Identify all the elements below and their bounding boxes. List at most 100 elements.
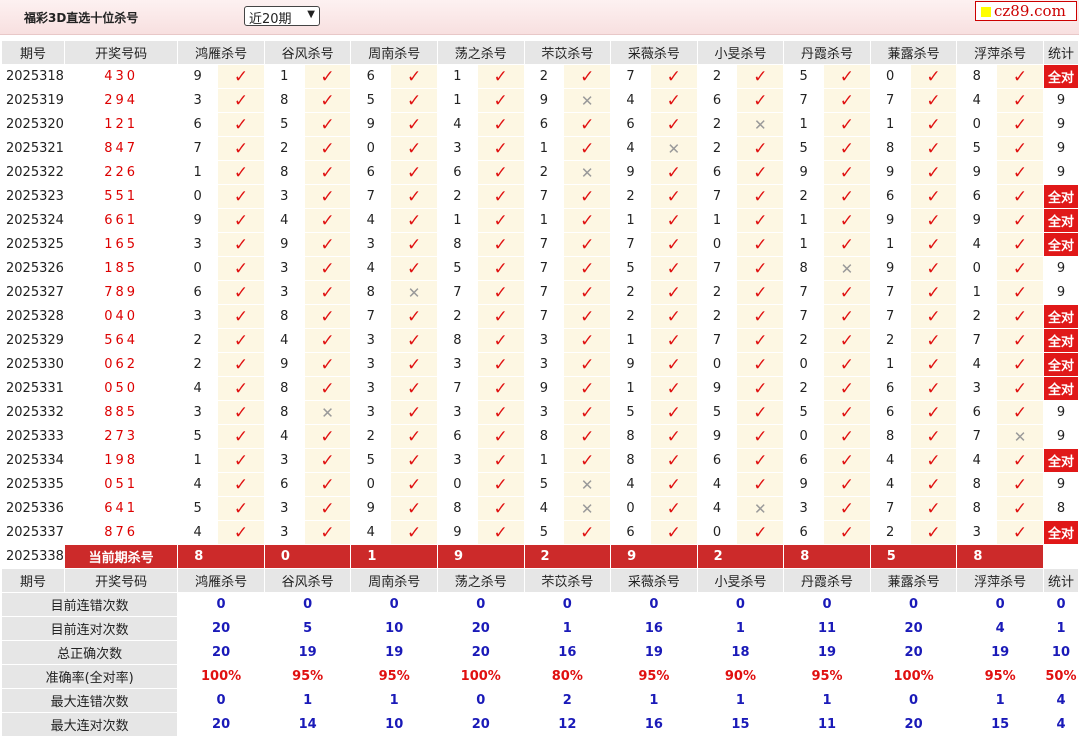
check-icon-cell: ✓: [304, 473, 351, 496]
correct-count-cell: 8: [1043, 497, 1078, 520]
check-icon: ✓: [1012, 210, 1028, 231]
kill-number-cell: 2: [264, 137, 304, 160]
header-expert[interactable]: 谷风杀号: [264, 569, 351, 592]
kill-number-cell: 9: [697, 377, 737, 400]
kill-number-cell: 1: [870, 113, 910, 136]
kill-number-cell: 7: [784, 305, 824, 328]
current-kill-number: 2: [697, 545, 784, 568]
kill-number-cell: 8: [957, 497, 997, 520]
kill-number-cell: 1: [524, 449, 564, 472]
check-icon: ✓: [233, 162, 249, 183]
check-icon: ✓: [839, 162, 855, 183]
header-expert[interactable]: 采薇杀号: [611, 41, 697, 64]
check-icon: ✓: [580, 330, 595, 351]
cross-icon-cell: ✕: [304, 401, 351, 424]
check-icon: ✓: [753, 162, 768, 183]
check-icon-cell: ✓: [997, 113, 1043, 136]
check-icon: ✓: [926, 426, 941, 447]
site-logo[interactable]: cz89.com: [975, 1, 1077, 21]
check-icon: ✓: [406, 90, 422, 111]
kill-number-cell: 6: [264, 473, 304, 496]
check-icon: ✓: [493, 426, 508, 447]
header-expert[interactable]: 芣苡杀号: [524, 41, 611, 64]
stats-value: 19: [264, 641, 351, 664]
kill-number-cell: 8: [264, 401, 304, 424]
stats-value: 80%: [524, 665, 611, 688]
check-icon-cell: ✓: [477, 257, 524, 280]
check-icon: ✓: [233, 378, 249, 399]
check-icon: ✓: [1012, 162, 1028, 183]
kill-number-cell: 0: [957, 113, 997, 136]
check-icon-cell: ✓: [824, 473, 870, 496]
check-icon-cell: ✓: [564, 329, 611, 352]
check-icon-cell: ✓: [650, 209, 697, 232]
header-expert[interactable]: 蒹露杀号: [870, 569, 957, 592]
header-expert[interactable]: 浮萍杀号: [957, 41, 1043, 64]
period-cell: 2025334: [2, 449, 64, 472]
check-icon: ✓: [320, 330, 335, 351]
kill-number-cell: 0: [957, 257, 997, 280]
check-icon-cell: ✓: [737, 185, 784, 208]
check-icon: ✓: [493, 234, 508, 255]
kill-number-cell: 8: [437, 497, 477, 520]
header-expert[interactable]: 浮萍杀号: [957, 569, 1043, 592]
header-expert[interactable]: 鸿雁杀号: [178, 569, 264, 592]
draw-number-cell: 226: [64, 161, 178, 184]
stats-value: 4: [957, 617, 1043, 640]
header-expert[interactable]: 周南杀号: [351, 569, 437, 592]
cross-icon: ✕: [754, 115, 767, 134]
check-icon: ✓: [580, 450, 595, 471]
check-icon-cell: ✓: [997, 185, 1043, 208]
kill-number-cell: 1: [178, 449, 218, 472]
check-icon-cell: ✓: [564, 185, 611, 208]
header-expert[interactable]: 芣苡杀号: [524, 569, 611, 592]
check-icon-cell: ✓: [304, 257, 351, 280]
check-icon-cell: ✓: [997, 65, 1043, 88]
header-expert[interactable]: 采薇杀号: [611, 569, 697, 592]
stats-value: 20: [178, 617, 264, 640]
kill-number-cell: 3: [437, 449, 477, 472]
kill-number-cell: 3: [264, 497, 304, 520]
header-expert[interactable]: 小旻杀号: [697, 569, 784, 592]
table-row: 2025337 876 4 ✓ 3 ✓ 4 ✓ 9 ✓ 5 ✓ 6 ✓ 0 ✓ 6 ✓ 2 ✓ 3 ✓ 全对: [2, 521, 1078, 544]
period-cell: 2025320: [2, 113, 64, 136]
kill-number-cell: 8: [437, 233, 477, 256]
period-range-select[interactable]: 近20期 ▼: [244, 6, 320, 27]
stats-label: 目前连对次数: [2, 617, 178, 640]
kill-number-cell: 2: [697, 65, 737, 88]
header-expert[interactable]: 蒹露杀号: [870, 41, 957, 64]
header-stat: 统计: [1043, 569, 1078, 592]
check-icon: ✓: [926, 162, 941, 183]
header-expert[interactable]: 丹霞杀号: [784, 569, 870, 592]
draw-number-cell: 876: [64, 521, 178, 544]
check-icon: ✓: [233, 114, 249, 135]
stats-value: 5: [264, 617, 351, 640]
header-expert[interactable]: 小旻杀号: [697, 41, 784, 64]
current-kill-number: 8: [178, 545, 264, 568]
check-icon: ✓: [493, 114, 508, 135]
kill-number-cell: 4: [351, 257, 391, 280]
check-icon-cell: ✓: [391, 137, 437, 160]
kill-number-cell: 9: [870, 257, 910, 280]
table-row: 2025334 198 1 ✓ 3 ✓ 5 ✓ 3 ✓ 1 ✓ 8 ✓ 6 ✓ 6 ✓ 4 ✓ 4 ✓ 全对: [2, 449, 1078, 472]
check-icon: ✓: [666, 426, 681, 447]
kill-number-cell: 7: [697, 329, 737, 352]
chevron-down-icon: ▼: [307, 9, 315, 20]
check-icon: ✓: [666, 330, 681, 351]
header-expert[interactable]: 丹霞杀号: [784, 41, 870, 64]
kill-number-cell: 6: [437, 161, 477, 184]
stats-row: 最大连错次数 0 1 1 0 2 1 1 1 0 1 4: [2, 689, 1078, 712]
kill-number-cell: 0: [697, 353, 737, 376]
kill-number-cell: 9: [264, 233, 304, 256]
check-icon: ✓: [753, 90, 768, 111]
check-icon-cell: ✓: [477, 329, 524, 352]
header-expert[interactable]: 荡之杀号: [437, 569, 524, 592]
header-expert[interactable]: 谷风杀号: [264, 41, 351, 64]
check-icon-cell: ✓: [304, 209, 351, 232]
kill-number-cell: 4: [178, 521, 218, 544]
header-expert[interactable]: 荡之杀号: [437, 41, 524, 64]
table-row: 2025319 294 3 ✓ 8 ✓ 5 ✓ 1 ✓ 9 ✕ 4 ✓ 6 ✓ 7 ✓ 7 ✓ 4 ✓ 9: [2, 89, 1078, 112]
header-expert[interactable]: 鸿雁杀号: [178, 41, 264, 64]
header-expert[interactable]: 周南杀号: [351, 41, 437, 64]
check-icon: ✓: [233, 282, 249, 303]
